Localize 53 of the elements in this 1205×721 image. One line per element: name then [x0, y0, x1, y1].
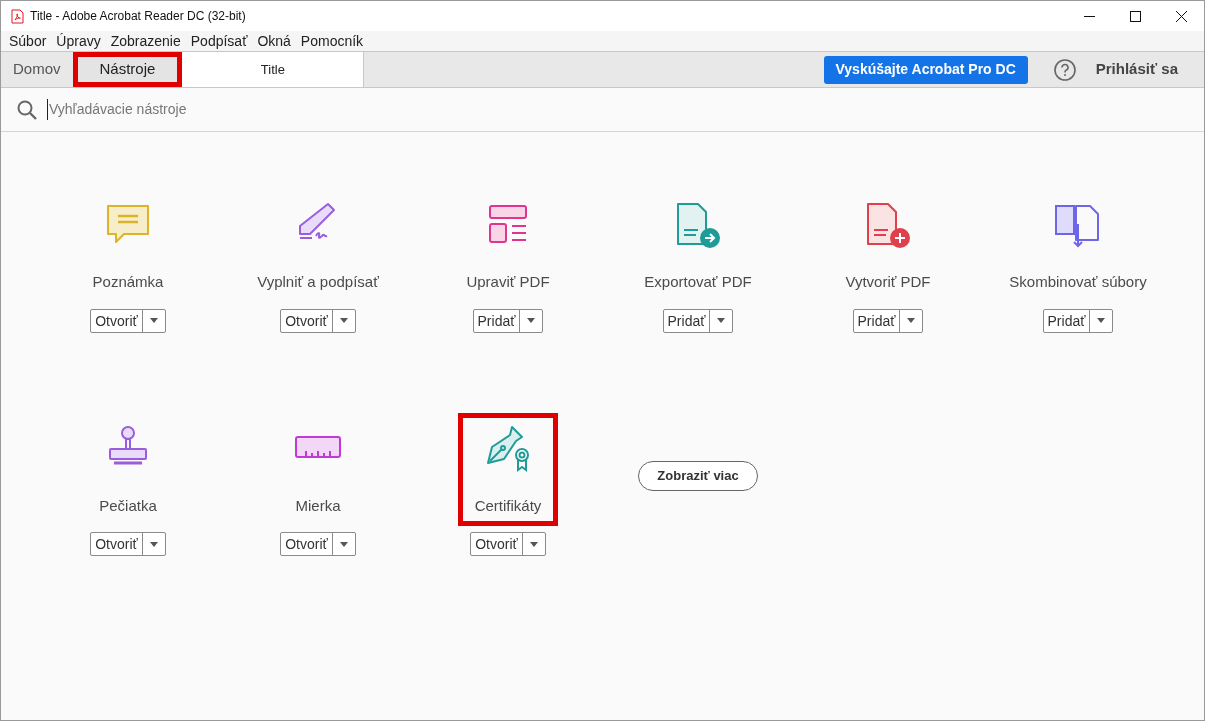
tool-split-button[interactable]: Otvoriť: [280, 308, 356, 333]
tool-label: Poznámka: [92, 272, 164, 292]
tool-label: Upraviť PDF: [466, 272, 550, 292]
search-icon: [17, 99, 37, 120]
tool-label: Exportovať PDF: [644, 272, 752, 292]
search-field[interactable]: Vyhľadávacie nástroje: [47, 99, 447, 120]
pdf-app-icon: [11, 8, 24, 24]
tool-split-button[interactable]: Pridať: [662, 308, 734, 333]
tool-label: Certifikáty: [474, 495, 542, 516]
tool-tile[interactable]: Vyplniť a podpísať: [240, 189, 396, 303]
tool-label: Vyplniť a podpísať: [257, 272, 379, 292]
tool-split-button[interactable]: Otvoriť: [90, 532, 166, 556]
tool-label: Pečiatka: [99, 495, 157, 516]
menu-item[interactable]: Úpravy: [51, 30, 106, 52]
tool-action[interactable]: Pridať: [663, 309, 710, 332]
window-title: Title - Adobe Acrobat Reader DC (32-bit): [30, 8, 246, 25]
tool-action[interactable]: Otvoriť: [281, 533, 332, 555]
tool-split-button[interactable]: Otvoriť: [470, 532, 546, 556]
tab[interactable]: Domov: [1, 52, 73, 87]
tab[interactable]: Title: [182, 52, 365, 87]
tool-split-button[interactable]: Otvoriť: [90, 308, 166, 333]
tool-tile[interactable]: Exportovať PDF: [627, 189, 769, 303]
tool-action[interactable]: Pridať: [473, 309, 520, 332]
tool-label: Vytvoriť PDF: [845, 272, 931, 292]
tool-tile[interactable]: Upraviť PDF: [449, 189, 567, 303]
tab[interactable]: Nástroje: [72, 52, 183, 87]
tool-tile[interactable]: Skombinovať súbory: [992, 189, 1164, 303]
tool-tile[interactable]: Vytvoriť PDF: [828, 189, 948, 303]
menu-item[interactable]: Pomocník: [295, 30, 369, 52]
tool-label: Mierka: [295, 495, 341, 516]
trial-button[interactable]: Vyskúšajte Acrobat Pro DC: [823, 55, 1028, 84]
show-more-button[interactable]: Zobraziť viac: [638, 460, 758, 491]
tool-split-button[interactable]: Otvoriť: [280, 532, 356, 556]
tool-tile[interactable]: Certifikáty: [457, 412, 559, 526]
tool-tile[interactable]: Mierka: [275, 412, 361, 526]
tool-split-button[interactable]: Pridať: [472, 308, 544, 333]
tool-label: Skombinovať súbory: [1009, 272, 1147, 292]
menu-item[interactable]: Okná: [252, 30, 296, 52]
sign-in-link[interactable]: Prihlásiť sa: [1095, 58, 1178, 81]
tool-action[interactable]: Pridať: [853, 309, 900, 332]
tool-action[interactable]: Otvoriť: [281, 309, 332, 332]
help-icon[interactable]: [1053, 58, 1076, 81]
tool-tile[interactable]: Pečiatka: [82, 412, 174, 526]
tool-action[interactable]: Otvoriť: [91, 309, 142, 332]
tool-split-button[interactable]: Pridať: [852, 308, 924, 333]
menu-item[interactable]: Zobrazenie: [105, 30, 186, 52]
tool-action[interactable]: Otvoriť: [91, 533, 142, 555]
tool-tile[interactable]: Poznámka: [75, 189, 181, 303]
tool-action[interactable]: Otvoriť: [471, 533, 522, 555]
tool-action[interactable]: Pridať: [1043, 309, 1090, 332]
menu-item[interactable]: Súbor: [4, 30, 52, 52]
menu-item[interactable]: Podpísať: [185, 30, 253, 52]
tool-split-button[interactable]: Pridať: [1042, 308, 1114, 333]
